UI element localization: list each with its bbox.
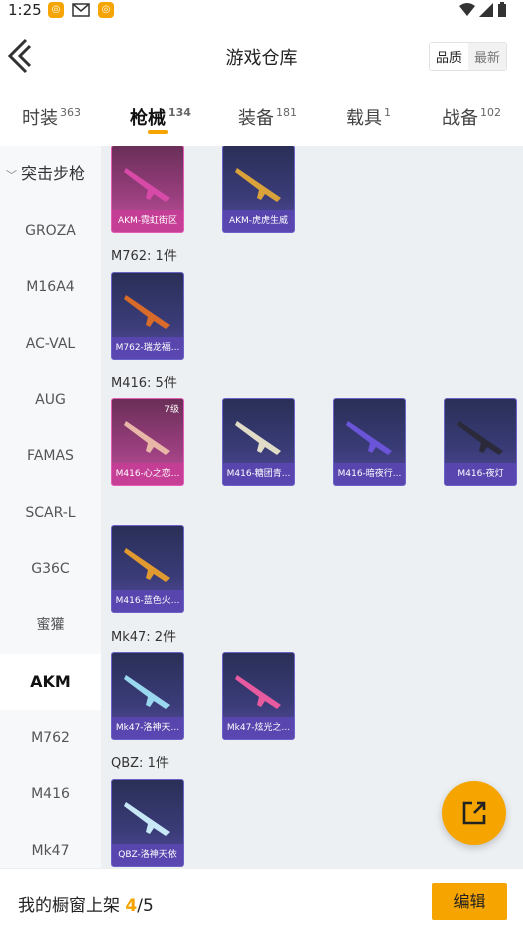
battery-icon bbox=[498, 2, 506, 17]
rifle-image bbox=[124, 802, 170, 836]
rifle-image bbox=[124, 421, 170, 455]
rifle-image bbox=[124, 548, 170, 582]
rifle-image bbox=[124, 295, 170, 329]
showcase-bar: 我的橱窗上架 4/5 编辑 bbox=[0, 868, 523, 933]
status-time: 1:25 bbox=[8, 1, 42, 19]
signal-icon bbox=[479, 3, 493, 17]
sidebar-category-assault-rifles[interactable]: ﹀ 突击步枪 bbox=[0, 146, 101, 202]
weapon-sidebar: ﹀ 突击步枪 GROZA M16A4 AC-VAL AUG FAMAS SCAR-… bbox=[0, 146, 101, 868]
wifi-icon bbox=[459, 3, 475, 16]
weapon-card[interactable]: 7级 M416-心之恋... bbox=[111, 398, 184, 486]
sidebar-item-akm[interactable]: AKM bbox=[0, 654, 101, 710]
tab-equipment[interactable]: 装备 181 bbox=[238, 104, 297, 130]
mail-icon bbox=[72, 3, 90, 17]
header: 游戏仓库 品质 最新 bbox=[0, 22, 523, 92]
edit-button[interactable]: 编辑 bbox=[432, 883, 507, 920]
weapon-card[interactable]: M416-暗夜行... bbox=[333, 398, 406, 486]
sidebar-item-famas[interactable]: FAMAS bbox=[0, 428, 101, 484]
rifle-image bbox=[124, 168, 170, 202]
weapon-card[interactable]: QBZ-洛神天依 bbox=[111, 779, 184, 867]
showcase-status: 我的橱窗上架 4/5 bbox=[18, 896, 154, 916]
app-notification-icon-2: ◎ bbox=[98, 2, 114, 18]
weapon-grid: AKM-霓虹街区 AKM-虎虎生威 M762: 1件 M762-瑞龙福... M… bbox=[101, 146, 523, 868]
rifle-image bbox=[124, 675, 170, 709]
sort-toggle: 品质 最新 bbox=[428, 42, 507, 71]
rifle-image bbox=[235, 421, 281, 455]
sidebar-item-scar-l[interactable]: SCAR-L bbox=[0, 485, 101, 541]
status-bar: 1:25 ◎ ◎ bbox=[0, 0, 523, 22]
sidebar-item-g36c[interactable]: G36C bbox=[0, 541, 101, 597]
rifle-image bbox=[235, 168, 281, 202]
share-icon bbox=[462, 801, 486, 825]
tab-battle-supplies[interactable]: 战备 102 bbox=[442, 104, 501, 130]
sort-by-quality[interactable]: 品质 bbox=[429, 43, 468, 70]
weapon-card[interactable]: M762-瑞龙福... bbox=[111, 272, 184, 360]
sort-by-newest[interactable]: 最新 bbox=[467, 43, 506, 70]
sidebar-item-m16a4[interactable]: M16A4 bbox=[0, 259, 101, 315]
tab-outfits[interactable]: 时装 363 bbox=[22, 104, 81, 130]
tab-vehicles[interactable]: 载具 1 bbox=[346, 104, 391, 130]
section-title-qbz: QBZ: 1件 bbox=[111, 756, 169, 771]
weapon-card[interactable]: AKM-霓虹街区 bbox=[111, 146, 184, 233]
category-tabs: 时装 363 枪械 134 装备 181 载具 1 战备 102 bbox=[0, 92, 523, 146]
weapon-card[interactable]: Mk47-洛神天... bbox=[111, 652, 184, 740]
weapon-card[interactable]: M416-夜灯 bbox=[444, 398, 517, 486]
tab-firearms[interactable]: 枪械 134 bbox=[130, 104, 191, 130]
section-title-mk47: Mk47: 2件 bbox=[111, 630, 177, 645]
app-notification-icon: ◎ bbox=[48, 2, 64, 18]
sidebar-item-groza[interactable]: GROZA bbox=[0, 203, 101, 259]
section-title-m416: M416: 5件 bbox=[111, 376, 177, 391]
sidebar-item-aug[interactable]: AUG bbox=[0, 372, 101, 428]
sidebar-item-m762[interactable]: M762 bbox=[0, 710, 101, 766]
sidebar-item-m416[interactable]: M416 bbox=[0, 766, 101, 822]
weapon-card[interactable]: M416-糖团青... bbox=[222, 398, 295, 486]
sidebar-item-honey-badger[interactable]: 蜜獾 bbox=[0, 597, 101, 653]
rifle-image bbox=[235, 675, 281, 709]
share-button[interactable] bbox=[442, 781, 506, 845]
chevron-down-icon: ﹀ bbox=[6, 169, 17, 182]
section-title-m762: M762: 1件 bbox=[111, 249, 177, 264]
active-tab-indicator bbox=[148, 130, 168, 134]
rifle-image bbox=[457, 421, 503, 455]
weapon-card[interactable]: M416-蓝色火... bbox=[111, 525, 184, 613]
sidebar-item-mk47[interactable]: Mk47 bbox=[0, 823, 101, 868]
rifle-image bbox=[346, 421, 392, 455]
sidebar-item-ac-val[interactable]: AC-VAL bbox=[0, 316, 101, 372]
weapon-card[interactable]: AKM-虎虎生威 bbox=[222, 146, 295, 233]
weapon-card[interactable]: Mk47-炫光之... bbox=[222, 652, 295, 740]
